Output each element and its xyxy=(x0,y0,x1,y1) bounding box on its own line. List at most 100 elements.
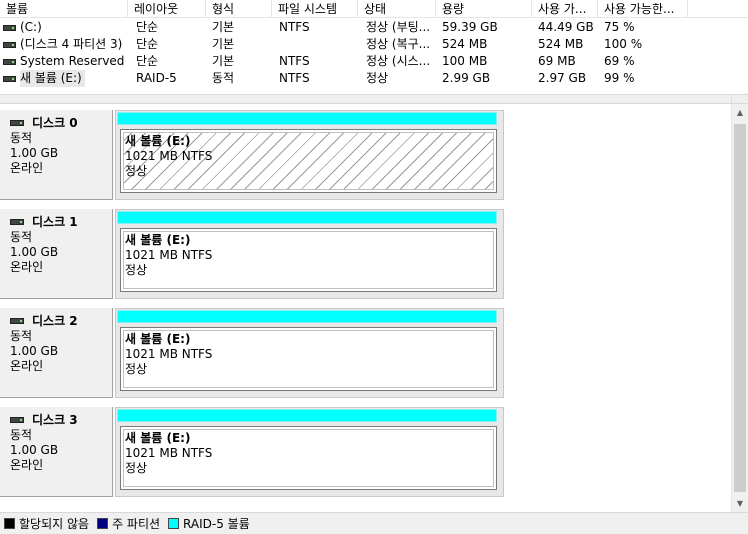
raid5-volume-bar xyxy=(117,112,497,125)
volume-block-body[interactable]: 새 볼륨 (E:) 1021 MB NTFS 정상 xyxy=(120,228,497,292)
volume-free-space: 69 MB xyxy=(538,54,576,68)
volume-block[interactable]: 새 볼륨 (E:) 1021 MB NTFS 정상 xyxy=(115,110,504,200)
disk-state: 온라인 xyxy=(10,359,44,373)
volume-filesystem: NTFS xyxy=(279,54,310,68)
disk-type: 동적 xyxy=(10,428,33,442)
disk-row: 디스크 2 동적 1.00 GB 온라인 새 볼륨 (E:) 1021 MB N… xyxy=(0,302,504,398)
volume-block-size: 1021 MB NTFS xyxy=(125,347,213,361)
volume-type: 기본 xyxy=(212,37,235,51)
disk-state: 온라인 xyxy=(10,458,44,472)
table-row[interactable]: (디스크 4 파티션 3) 단순 기본 정상 (복구... 524 MB 524… xyxy=(0,36,748,53)
volume-percent-free: 100 % xyxy=(604,37,643,51)
disk-icon xyxy=(10,417,24,423)
volume-capacity: 59.39 GB xyxy=(442,20,498,34)
legend-swatch-unallocated xyxy=(4,518,15,529)
volume-block-size: 1021 MB NTFS xyxy=(125,446,213,460)
column-header-status[interactable]: 상태 xyxy=(358,0,436,18)
legend-swatch-raid5 xyxy=(168,518,180,529)
disk-row: 디스크 3 동적 1.00 GB 온라인 새 볼륨 (E:) 1021 MB N… xyxy=(0,401,504,497)
volume-layout: RAID-5 xyxy=(136,71,177,85)
volume-layout: 단순 xyxy=(136,37,159,51)
volume-status: 정상 (복구... xyxy=(366,37,431,51)
volume-filesystem xyxy=(279,36,359,53)
disk-icon xyxy=(10,318,24,324)
volume-block-status: 정상 xyxy=(125,461,148,475)
volume-capacity: 2.99 GB xyxy=(442,71,491,85)
disk-row: 디스크 1 동적 1.00 GB 온라인 새 볼륨 (E:) 1021 MB N… xyxy=(0,203,504,299)
raid5-volume-bar xyxy=(117,310,497,323)
volume-percent-free: 69 % xyxy=(604,54,635,68)
volume-capacity: 100 MB xyxy=(442,54,488,68)
disk-icon xyxy=(10,219,24,225)
pane-splitter[interactable] xyxy=(0,94,748,104)
disk-info-panel[interactable]: 디스크 2 동적 1.00 GB 온라인 xyxy=(0,308,113,398)
raid5-volume-bar xyxy=(117,211,497,224)
volume-icon xyxy=(3,24,16,31)
volume-block[interactable]: 새 볼륨 (E:) 1021 MB NTFS 정상 xyxy=(115,308,504,398)
disk-info-panel[interactable]: 디스크 1 동적 1.00 GB 온라인 xyxy=(0,209,113,299)
volume-block-name: 새 볼륨 (E:) xyxy=(125,332,191,346)
column-header-layout[interactable]: 레이아웃 xyxy=(128,0,206,18)
volume-free-space: 44.49 GB xyxy=(538,20,594,34)
disk-row: 디스크 0 동적 1.00 GB 온라인 새 볼륨 (E:) 1021 MB N… xyxy=(0,104,504,200)
column-header-capacity[interactable]: 용량 xyxy=(436,0,532,18)
column-header-volume[interactable]: 볼륨 xyxy=(0,0,128,18)
legend-item-raid5: RAID-5 볼륨 xyxy=(168,515,250,532)
disk-type: 동적 xyxy=(10,230,33,244)
scrollbar-thumb[interactable] xyxy=(734,124,746,492)
legend-bar: 할당되지 않음 주 파티션 RAID-5 볼륨 xyxy=(0,512,748,534)
volume-block[interactable]: 새 볼륨 (E:) 1021 MB NTFS 정상 xyxy=(115,407,504,497)
scroll-down-arrow-icon[interactable]: ▼ xyxy=(732,495,748,512)
disk-state: 온라인 xyxy=(10,260,44,274)
volume-block-body[interactable]: 새 볼륨 (E:) 1021 MB NTFS 정상 xyxy=(120,426,497,490)
legend-label: 주 파티션 xyxy=(112,517,161,531)
column-header-free-space[interactable]: 사용 가... xyxy=(532,0,598,18)
volume-status: 정상 (부팅... xyxy=(366,20,431,34)
table-row[interactable]: (C:) 단순 기본 NTFS 정상 (부팅... 59.39 GB 44.49… xyxy=(0,19,748,36)
volume-name: 새 볼륨 (E:) xyxy=(20,70,85,87)
volume-status: 정상 (시스... xyxy=(366,54,431,68)
column-header-filesystem[interactable]: 파일 시스템 xyxy=(272,0,358,18)
volume-block-status: 정상 xyxy=(125,263,148,277)
volume-capacity: 524 MB xyxy=(442,37,488,51)
volume-free-space: 2.97 GB xyxy=(538,71,587,85)
volume-icon xyxy=(3,58,16,65)
vertical-scrollbar[interactable]: ▲ ▼ xyxy=(731,104,748,512)
column-header-type[interactable]: 형식 xyxy=(206,0,272,18)
volume-layout: 단순 xyxy=(136,20,159,34)
volume-block-size: 1021 MB NTFS xyxy=(125,248,213,262)
volume-block-status: 정상 xyxy=(125,164,148,178)
disk-type: 동적 xyxy=(10,329,33,343)
volume-layout: 단순 xyxy=(136,54,159,68)
volume-type: 동적 xyxy=(212,71,235,85)
disk-state: 온라인 xyxy=(10,161,44,175)
volume-block-name: 새 볼륨 (E:) xyxy=(125,431,191,445)
disk-type: 동적 xyxy=(10,131,33,145)
disk-info-panel[interactable]: 디스크 0 동적 1.00 GB 온라인 xyxy=(0,110,113,200)
volume-block-body[interactable]: 새 볼륨 (E:) 1021 MB NTFS 정상 xyxy=(120,327,497,391)
volume-icon xyxy=(3,41,16,48)
volume-filesystem: NTFS xyxy=(279,71,310,85)
volume-name: System Reserved xyxy=(20,54,125,68)
table-row[interactable]: System Reserved 단순 기본 NTFS 정상 (시스... 100… xyxy=(0,53,748,70)
disk-size: 1.00 GB xyxy=(10,245,59,259)
volume-block-size: 1021 MB NTFS xyxy=(125,149,213,163)
disk-title: 디스크 0 xyxy=(32,116,78,130)
disk-info-panel[interactable]: 디스크 3 동적 1.00 GB 온라인 xyxy=(0,407,113,497)
volume-percent-free: 75 % xyxy=(604,20,635,34)
volume-name: (C:) xyxy=(20,20,42,34)
volume-percent-free: 99 % xyxy=(604,71,635,85)
volume-block-selected[interactable]: 새 볼륨 (E:) 1021 MB NTFS 정상 xyxy=(120,129,497,193)
volume-list[interactable]: 볼륨 레이아웃 형식 파일 시스템 상태 용량 사용 가... 사용 가능한..… xyxy=(0,0,748,94)
disk-title: 디스크 1 xyxy=(32,215,78,229)
raid5-volume-bar xyxy=(117,409,497,422)
scroll-up-arrow-icon[interactable]: ▲ xyxy=(732,104,748,121)
volume-block[interactable]: 새 볼륨 (E:) 1021 MB NTFS 정상 xyxy=(115,209,504,299)
legend-swatch-primary-partition xyxy=(97,518,109,529)
table-row-selected[interactable]: 새 볼륨 (E:) RAID-5 동적 NTFS 정상 2.99 GB 2.97… xyxy=(0,70,748,87)
volume-block-name: 새 볼륨 (E:) xyxy=(125,233,191,247)
column-header-percent-free[interactable]: 사용 가능한... xyxy=(598,0,688,18)
volume-free-space: 524 MB xyxy=(538,37,584,51)
volume-block-name: 새 볼륨 (E:) xyxy=(125,134,191,148)
volume-type: 기본 xyxy=(212,20,235,34)
